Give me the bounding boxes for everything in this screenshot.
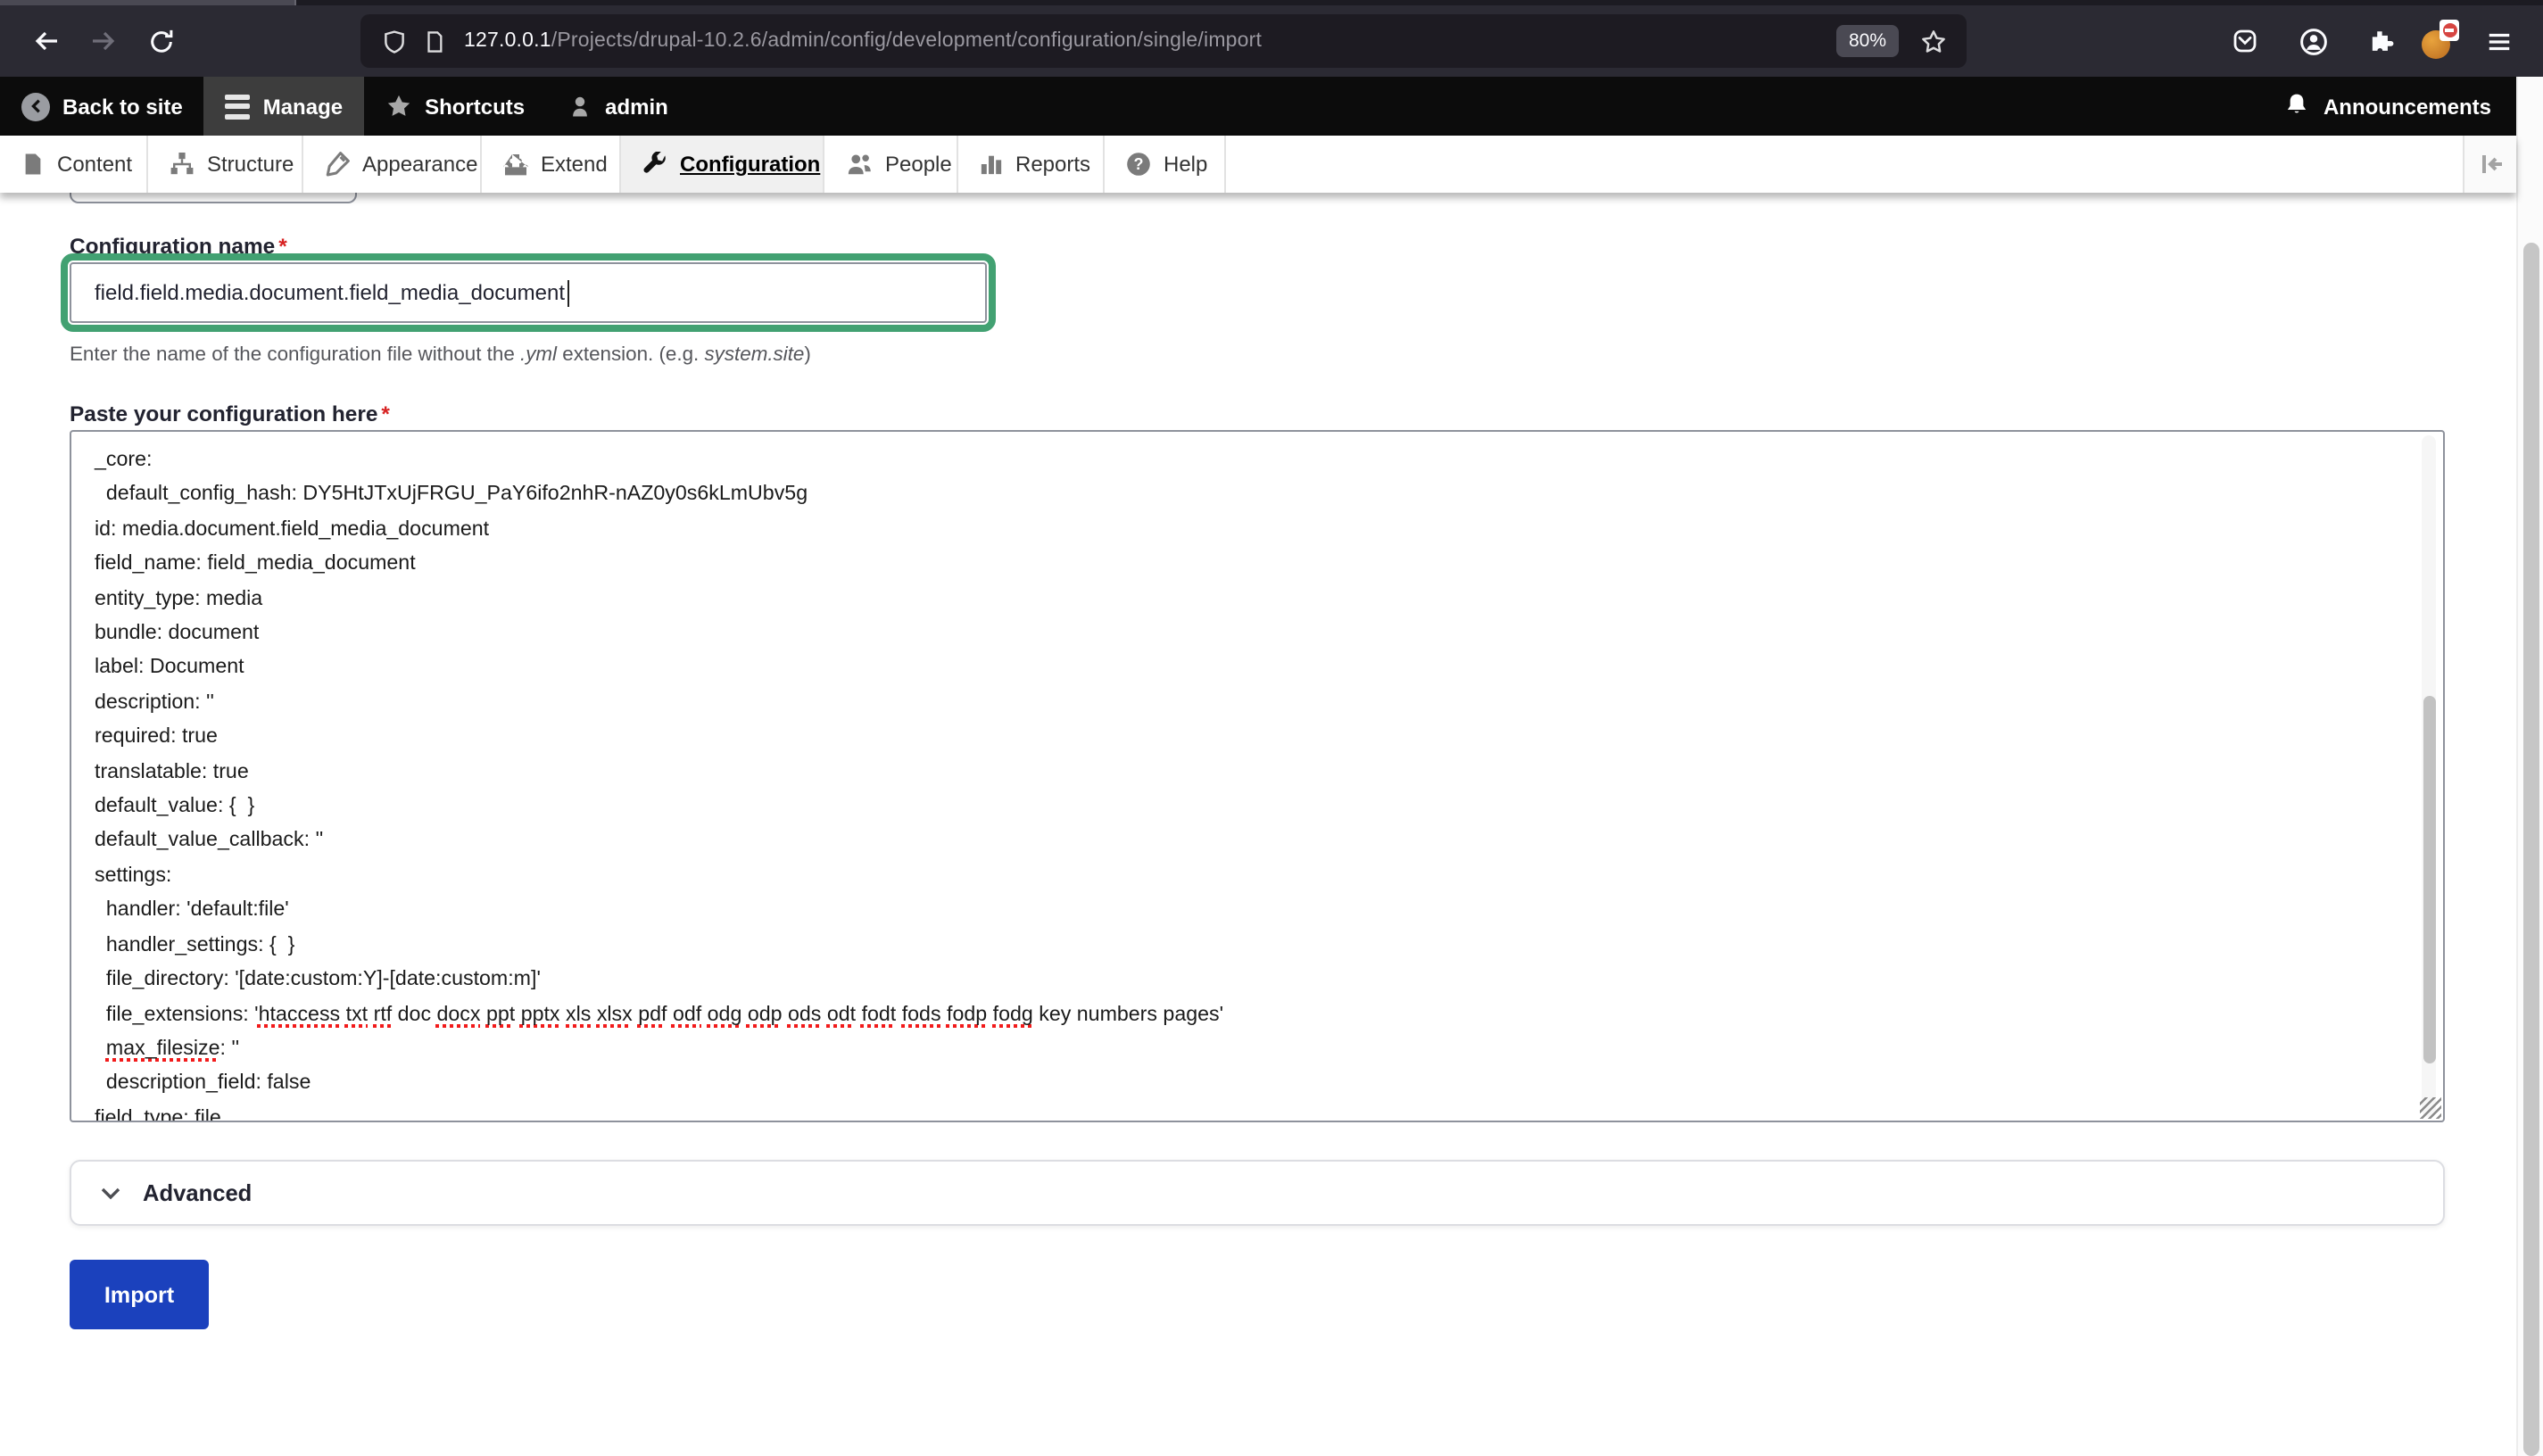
- help-icon: ?: [1126, 152, 1151, 177]
- active-tab-sliver[interactable]: [0, 0, 296, 5]
- configuration-name-input[interactable]: field.field.media.document.field_media_d…: [70, 262, 987, 323]
- configuration-name-label: Configuration name*: [70, 234, 287, 259]
- tab-extend[interactable]: Extend: [482, 136, 621, 193]
- tab-appearance[interactable]: Appearance: [303, 136, 482, 193]
- announcements-label: Announcements: [2323, 94, 2491, 119]
- tab-content[interactable]: Content: [0, 136, 148, 193]
- reload-button[interactable]: [132, 16, 189, 66]
- tab-content-label: Content: [57, 152, 132, 177]
- barchart-icon: [980, 152, 1003, 177]
- pocket-icon[interactable]: [2218, 16, 2272, 66]
- shortcuts-label: Shortcuts: [425, 94, 525, 119]
- shortcuts-tab[interactable]: Shortcuts: [364, 77, 546, 136]
- config-textarea-content: _core: default_config_hash: DY5HtJTxUjFR…: [71, 432, 2407, 1122]
- addon-blocked-badge: [2439, 20, 2459, 41]
- paste-configuration-label: Paste your configuration here*: [70, 401, 390, 426]
- url-bar[interactable]: 127.0.0.1/Projects/drupal-10.2.6/admin/c…: [360, 14, 1967, 68]
- page-scrollbar[interactable]: [2516, 77, 2543, 1456]
- textarea-scrollbar[interactable]: [2422, 435, 2436, 1117]
- page-viewport: Back to site Manage Shortcuts admin: [0, 77, 2516, 1456]
- tab-configuration[interactable]: Configuration: [621, 136, 824, 193]
- required-asterisk: *: [381, 401, 390, 426]
- advanced-details[interactable]: Advanced: [70, 1160, 2445, 1226]
- toolbar-right-icons: [2218, 16, 2525, 66]
- configuration-textarea[interactable]: _core: default_config_hash: DY5HtJTxUjFR…: [70, 430, 2445, 1122]
- textarea-resize-grip[interactable]: [2420, 1097, 2441, 1119]
- back-to-site-link[interactable]: Back to site: [0, 77, 204, 136]
- zoom-level-badge[interactable]: 80%: [1836, 25, 1899, 57]
- drupal-menu-bar: Content Structure Appearance Extend: [0, 136, 2516, 193]
- sitemap-icon: [170, 152, 195, 177]
- description-yml: .yml: [520, 344, 557, 366]
- back-to-site-label: Back to site: [62, 94, 183, 119]
- puzzle-icon: [503, 152, 528, 177]
- admin-user-tab[interactable]: admin: [546, 77, 690, 136]
- tab-help-label: Help: [1164, 152, 1207, 177]
- page-scrollbar-thumb[interactable]: [2523, 243, 2539, 1456]
- reload-icon: [147, 28, 174, 54]
- manage-hamburger-icon: [226, 94, 251, 119]
- manage-label: Manage: [263, 94, 343, 119]
- text-caret: [567, 279, 568, 306]
- browser-window: 127.0.0.1/Projects/drupal-10.2.6/admin/c…: [0, 0, 2543, 1456]
- toolbar-orientation-toggle[interactable]: [2463, 136, 2516, 193]
- configuration-name-label-text: Configuration name: [70, 234, 275, 259]
- description-part: ): [804, 344, 810, 366]
- account-icon[interactable]: [2286, 16, 2340, 66]
- back-arrow-icon: [32, 27, 61, 55]
- tab-extend-label: Extend: [541, 152, 608, 177]
- people-icon: [846, 152, 873, 177]
- configuration-name-value: field.field.media.document.field_media_d…: [95, 280, 565, 305]
- announcements-link[interactable]: Announcements: [2259, 90, 2516, 122]
- advanced-label: Advanced: [143, 1179, 252, 1206]
- forward-button[interactable]: [75, 16, 132, 66]
- tab-people[interactable]: People: [824, 136, 958, 193]
- tab-people-label: People: [885, 152, 952, 177]
- tab-help[interactable]: ? Help: [1105, 136, 1226, 193]
- tab-strip: [0, 0, 2543, 5]
- description-part: extension. (e.g.: [557, 344, 704, 366]
- user-icon: [567, 94, 592, 119]
- import-button[interactable]: Import: [70, 1260, 209, 1329]
- bell-icon: [2284, 90, 2309, 122]
- required-asterisk: *: [278, 234, 287, 259]
- tab-appearance-label: Appearance: [362, 152, 477, 177]
- addon-icon[interactable]: [2422, 23, 2457, 59]
- description-part: Enter the name of the configuration file…: [70, 344, 520, 366]
- extensions-icon[interactable]: [2354, 16, 2407, 66]
- config-import-form: Configuration name* field.field.media.do…: [0, 193, 2516, 1456]
- description-example: system.site: [704, 344, 804, 366]
- back-button[interactable]: [18, 16, 75, 66]
- tab-strip-background: [296, 0, 2543, 5]
- tab-configuration-label: Configuration: [680, 152, 820, 177]
- url-text[interactable]: 127.0.0.1/Projects/drupal-10.2.6/admin/c…: [464, 30, 1836, 52]
- svg-text:?: ?: [1134, 155, 1144, 173]
- url-path: /Projects/drupal-10.2.6/admin/config/dev…: [551, 30, 1262, 52]
- textarea-scrollbar-thumb[interactable]: [2423, 696, 2435, 1063]
- paste-configuration-label-text: Paste your configuration here: [70, 401, 377, 426]
- wrench-icon: [642, 152, 667, 177]
- drupal-admin-toolbar: Back to site Manage Shortcuts admin: [0, 77, 2516, 136]
- page-info-icon[interactable]: [414, 21, 453, 61]
- url-host: 127.0.0.1: [464, 30, 551, 52]
- tab-structure[interactable]: Structure: [148, 136, 303, 193]
- manage-tab[interactable]: Manage: [204, 77, 364, 136]
- admin-user-label: admin: [605, 94, 668, 119]
- document-icon: [21, 152, 45, 177]
- shortcuts-star-icon: [385, 93, 412, 120]
- configuration-name-description: Enter the name of the configuration file…: [70, 344, 811, 366]
- menu-hamburger-icon[interactable]: [2472, 16, 2525, 66]
- tab-structure-label: Structure: [207, 152, 294, 177]
- forward-arrow-icon: [89, 27, 118, 55]
- tab-reports[interactable]: Reports: [958, 136, 1105, 193]
- paintbrush-icon: [325, 152, 350, 177]
- back-to-site-icon: [21, 92, 50, 120]
- chevron-down-icon: [100, 1186, 121, 1200]
- bookmark-star-icon[interactable]: [1913, 21, 1952, 61]
- tracking-protection-shield-icon[interactable]: [375, 21, 414, 61]
- arrow-to-bar-icon: [2476, 152, 2505, 177]
- browser-toolbar: 127.0.0.1/Projects/drupal-10.2.6/admin/c…: [0, 5, 2543, 77]
- tab-reports-label: Reports: [1015, 152, 1090, 177]
